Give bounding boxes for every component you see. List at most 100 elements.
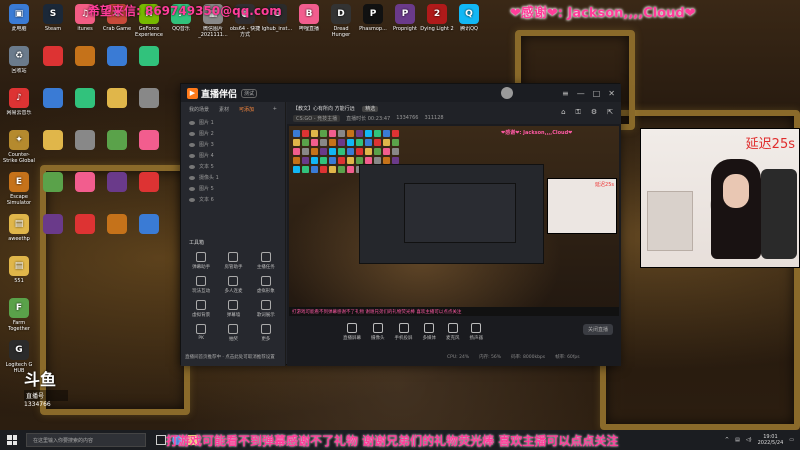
taskbar-search-input[interactable]: 在这里输入你要搜索的内容	[26, 433, 146, 447]
tool-button[interactable]: 主播任务	[250, 252, 282, 270]
desktop-shortcut[interactable]: D Dread Hunger	[324, 4, 358, 38]
gift-icon[interactable]: ⌂	[561, 108, 565, 117]
recommend-notice[interactable]: 直播间首页推荐中 · 点击此处可取消推荐设置	[185, 354, 275, 360]
eye-icon[interactable]	[189, 164, 195, 169]
desktop-shortcut[interactable]: ♪ 网易云音乐	[2, 88, 36, 122]
stream-title[interactable]: 【教文】心有所向 方能行远	[293, 106, 355, 112]
eye-icon[interactable]	[189, 142, 195, 147]
settings-icon[interactable]: ⚙	[591, 108, 597, 117]
notification-icon[interactable]: ▭	[789, 437, 794, 443]
desktop-shortcut-icon[interactable]	[68, 88, 102, 110]
tool-button[interactable]: 虚拟形象	[250, 276, 282, 294]
scene-item[interactable]: 文本 6	[181, 194, 285, 205]
scene-item[interactable]: 摄像头 1	[181, 172, 285, 183]
menu-icon[interactable]: ≡	[562, 89, 569, 98]
eye-icon[interactable]	[189, 131, 195, 136]
desktop-shortcut-icon[interactable]	[68, 172, 102, 194]
desktop-shortcut[interactable]: ♻ 回收站	[2, 46, 36, 80]
tool-button[interactable]: PK	[185, 324, 217, 342]
tool-button[interactable]: 虚拟背景	[185, 300, 217, 318]
tool-button[interactable]: 歌词展示	[250, 300, 282, 318]
eye-icon[interactable]	[189, 120, 195, 125]
desktop-shortcut-icon[interactable]	[132, 88, 166, 110]
minimize-icon[interactable]: —	[577, 89, 585, 98]
tool-button[interactable]: 多人连麦	[217, 276, 249, 294]
tool-button[interactable]: 更多	[250, 324, 282, 342]
desktop-shortcut-icon[interactable]	[36, 88, 70, 110]
desktop-shortcut-icon[interactable]	[68, 46, 102, 68]
tray-arrow-icon[interactable]: ^	[725, 437, 729, 443]
scene-item-label: 图片 2	[199, 131, 214, 137]
desktop-shortcut[interactable]: ▣ 此电脑	[2, 4, 36, 38]
desktop-shortcut[interactable]: ✦ Counter-Strike Global Of...	[2, 130, 36, 164]
eye-icon[interactable]	[189, 153, 195, 158]
desktop-shortcut-icon[interactable]	[100, 46, 134, 68]
desktop-shortcut[interactable]: Q 腾讯QQ	[452, 4, 486, 38]
desktop-shortcut-icon[interactable]	[36, 172, 70, 194]
scene-item[interactable]: 图片 5	[181, 183, 285, 194]
desktop-shortcut-icon[interactable]	[36, 214, 70, 236]
source-control-button[interactable]: 直播屏幕	[343, 323, 361, 341]
scene-item[interactable]: 图片 1	[181, 117, 285, 128]
desktop-shortcut-icon[interactable]	[68, 130, 102, 152]
desktop-shortcut[interactable]: F Farm Together	[2, 298, 36, 332]
share-icon[interactable]: ⇱	[607, 108, 613, 117]
scene-item[interactable]: 文本 5	[181, 161, 285, 172]
source-control-button[interactable]: 麦克风	[446, 323, 460, 341]
desktop-shortcut-icon[interactable]	[100, 130, 134, 152]
desktop-shortcut[interactable]: ▤ 551	[2, 256, 36, 290]
desktop-shortcut[interactable]: 2 Dying Light 2	[420, 4, 454, 38]
stream-category[interactable]: CS:GO - 竞技主播	[293, 115, 341, 122]
eye-icon[interactable]	[189, 197, 195, 202]
scene-item[interactable]: 图片 3	[181, 139, 285, 150]
app-titlebar[interactable]: ▶ 直播伴侣 测试 ≡ — □ ✕	[181, 84, 621, 102]
tab-addable[interactable]: 可添加	[239, 106, 254, 113]
scene-item[interactable]: 图片 2	[181, 128, 285, 139]
tool-button[interactable]: 弹幕助手	[185, 252, 217, 270]
lock-icon[interactable]: ⚿	[576, 108, 581, 117]
eye-icon[interactable]	[189, 186, 195, 191]
desktop-shortcut-icon[interactable]	[100, 214, 134, 236]
desktop-shortcut[interactable]: E Escape Simulator	[2, 172, 36, 206]
source-control-button[interactable]: 摄像头	[371, 323, 385, 341]
tool-button[interactable]: 房管助手	[217, 252, 249, 270]
tool-button[interactable]: 抽奖	[217, 324, 249, 342]
user-avatar[interactable]	[501, 87, 513, 99]
desktop-shortcut-icon[interactable]	[36, 46, 70, 68]
desktop-shortcut-icon[interactable]	[100, 88, 134, 110]
tool-button[interactable]: 弹幕墙	[217, 300, 249, 318]
desktop-shortcut-icon[interactable]	[36, 130, 70, 152]
clock[interactable]: 19:01 2022/5/24	[758, 434, 784, 446]
volume-icon[interactable]: ◁)	[746, 437, 752, 443]
desktop-shortcut-icon[interactable]	[132, 214, 166, 236]
source-control-button[interactable]: 多媒体	[423, 323, 436, 341]
windows-start-icon[interactable]	[4, 432, 20, 448]
desktop-shortcut[interactable]: P Phasmop...	[356, 4, 390, 38]
stop-stream-button[interactable]: 关闭直播	[583, 324, 613, 335]
tab-materials[interactable]: 素材	[219, 106, 229, 113]
source-control-button[interactable]: 扬声器	[470, 323, 483, 341]
desktop-shortcut-icon[interactable]	[132, 130, 166, 152]
desktop-shortcut-icon[interactable]	[68, 214, 102, 236]
stream-preview[interactable]: ❤感谢❤: Jackson,,,,Cloud❤ 延迟25s 打游戏可能看不到弹幕…	[289, 126, 619, 316]
desktop-shortcut[interactable]: B 哔哩直播	[292, 4, 326, 38]
desktop-shortcut-icon[interactable]	[100, 172, 134, 194]
desktop-shortcut[interactable]: S Steam	[36, 4, 70, 38]
desktop-shortcut-icon[interactable]	[132, 172, 166, 194]
live-companion-window[interactable]: ▶ 直播伴侣 测试 ≡ — □ ✕ 我的场景 素材 可添加 + 图片 1 图片 2…	[180, 83, 621, 366]
close-icon[interactable]: ✕	[608, 89, 615, 98]
maximize-icon[interactable]: □	[593, 89, 601, 98]
desktop-shortcut-icon[interactable]	[132, 46, 166, 68]
source-control-button[interactable]: 手机投屏	[395, 323, 413, 341]
task-view-icon[interactable]	[156, 435, 166, 445]
tab-my-scenes[interactable]: 我的场景	[189, 106, 209, 113]
desktop-shortcut[interactable]: P Propnight	[388, 4, 422, 38]
add-icon[interactable]: +	[273, 106, 277, 113]
tool-button[interactable]: 玩法互动	[185, 276, 217, 294]
desktop-shortcut[interactable]: ▤ aweethp	[2, 214, 36, 248]
desktop-shortcut-label: Counter-Strike Global Of...	[3, 152, 35, 164]
scene-item[interactable]: 图片 4	[181, 150, 285, 161]
eye-icon[interactable]	[189, 175, 195, 180]
app-logo: ▶ 直播伴侣	[187, 87, 237, 100]
network-icon[interactable]: ▤	[735, 437, 740, 443]
